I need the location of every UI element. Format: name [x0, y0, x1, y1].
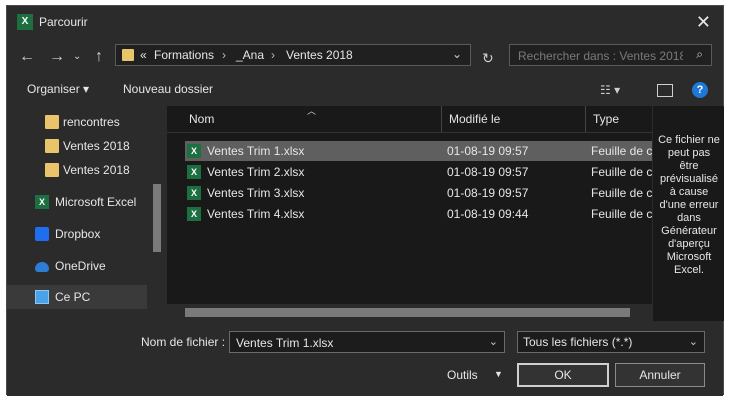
sidebar-item-ce-pc[interactable]: Ce PC [7, 285, 147, 309]
filename-input[interactable] [234, 334, 478, 352]
cancel-button[interactable]: Annuler [615, 363, 705, 387]
refresh-icon[interactable]: ↻ [482, 50, 494, 67]
file-row[interactable]: X Ventes Trim 4.xlsx 01-08-19 09:44 Feui… [185, 204, 652, 224]
computer-icon [35, 290, 49, 304]
file-name: Ventes Trim 4.xlsx [207, 207, 305, 221]
file-type: Feuille de calcul [591, 186, 652, 200]
chevron-down-icon[interactable]: ⌄ [452, 47, 462, 61]
file-name: Ventes Trim 3.xlsx [207, 186, 305, 200]
excel-file-icon: X [187, 165, 201, 179]
column-divider[interactable] [585, 106, 586, 132]
column-name[interactable]: Nom [189, 112, 214, 126]
excel-file-icon: X [187, 186, 201, 200]
column-header: ︿ Nom Modifié le Type [167, 106, 652, 133]
file-row[interactable]: X Ventes Trim 3.xlsx 01-08-19 09:57 Feui… [185, 183, 652, 203]
folder-icon [45, 115, 59, 129]
navigation-bar: ← → ⌄ ↑ « Formations › _Ana › Ventes 201… [7, 38, 723, 74]
sidebar-item-label: Microsoft Excel [55, 195, 137, 209]
search-box[interactable]: ⌕ [509, 44, 712, 66]
breadcrumb-separator: › [222, 48, 226, 62]
sidebar-scrollbar[interactable] [150, 106, 164, 321]
sidebar-item-microsoft-excel[interactable]: X Microsoft Excel [7, 190, 147, 214]
sidebar-item-label: OneDrive [55, 259, 106, 273]
view-options-icon[interactable]: ☷ ▾ [600, 83, 620, 97]
ok-button[interactable]: OK [517, 363, 609, 387]
recent-chevron-icon[interactable]: ⌄ [73, 51, 81, 62]
sidebar-item-rencontres[interactable]: rencontres [7, 110, 147, 134]
organize-label: Organiser [27, 82, 80, 96]
search-icon[interactable]: ⌕ [696, 47, 703, 62]
breadcrumb-formations[interactable]: Formations [154, 48, 214, 62]
horizontal-scrollbar[interactable] [167, 304, 652, 321]
filename-combobox[interactable]: ⌄ [229, 331, 505, 353]
column-modified[interactable]: Modifié le [449, 112, 500, 126]
file-dialog: X Parcourir ✕ ← → ⌄ ↑ « Formations › _An… [6, 5, 724, 396]
file-type: Feuille de calcul [591, 165, 652, 179]
search-input[interactable] [516, 47, 685, 65]
file-list: ︿ Nom Modifié le Type X Ventes Trim 1.xl… [167, 106, 652, 321]
file-row[interactable]: X Ventes Trim 2.xlsx 01-08-19 09:57 Feui… [185, 162, 652, 182]
address-bar[interactable]: « Formations › _Ana › Ventes 2018 ⌄ [115, 44, 471, 66]
excel-file-icon: X [187, 144, 201, 158]
file-row[interactable]: X Ventes Trim 1.xlsx 01-08-19 09:57 Feui… [185, 141, 652, 161]
new-folder-button[interactable]: Nouveau dossier [123, 82, 213, 96]
title-bar: X Parcourir ✕ [7, 6, 723, 38]
breadcrumb-separator: › [271, 48, 275, 62]
sidebar-item-dropbox[interactable]: Dropbox [7, 222, 147, 246]
chevron-down-icon[interactable]: ⌄ [689, 335, 698, 348]
up-arrow-icon[interactable]: ↑ [95, 48, 103, 66]
breadcrumb-ana[interactable]: _Ana [236, 48, 264, 62]
back-arrow-icon[interactable]: ← [19, 48, 35, 66]
dropbox-icon [35, 227, 49, 241]
help-icon[interactable]: ? [692, 82, 708, 98]
tools-dropdown-icon[interactable]: ▼ [494, 369, 503, 379]
sidebar-item-ventes-2018[interactable]: Ventes 2018 [7, 134, 147, 158]
file-modified: 01-08-19 09:57 [447, 165, 529, 179]
column-type[interactable]: Type [593, 112, 619, 126]
preview-pane: Ce fichier ne peut pas être prévisualisé… [652, 106, 724, 321]
sort-ascending-icon: ︿ [307, 106, 317, 116]
breadcrumb-ventes-2018[interactable]: Ventes 2018 [286, 48, 353, 62]
file-name: Ventes Trim 2.xlsx [207, 165, 305, 179]
excel-icon: X [17, 14, 33, 30]
file-modified: 01-08-19 09:44 [447, 207, 529, 221]
sidebar-item-label: Ce PC [55, 290, 91, 304]
onedrive-icon [35, 262, 49, 272]
file-modified: 01-08-19 09:57 [447, 144, 529, 158]
sidebar-item-label: Dropbox [55, 227, 101, 241]
command-toolbar: Organiser ▾ Nouveau dossier ☷ ▾ ? [7, 74, 723, 106]
sidebar-item-ventes-2018[interactable]: Ventes 2018 [7, 158, 147, 182]
sidebar-item-label: Ventes 2018 [63, 139, 130, 153]
sidebar-item-onedrive[interactable]: OneDrive [7, 254, 147, 278]
file-type-value: Tous les fichiers (*.*) [523, 335, 633, 349]
file-type-select[interactable]: Tous les fichiers (*.*) ⌄ [517, 331, 705, 353]
sidebar-item-label: Ventes 2018 [63, 163, 130, 177]
excel-file-icon: X [187, 207, 201, 221]
scrollbar-thumb[interactable] [153, 184, 161, 252]
forward-arrow-icon[interactable]: → [49, 48, 65, 66]
file-type: Feuille de calcul [591, 144, 652, 158]
preview-pane-icon[interactable] [657, 84, 673, 97]
dialog-footer: Nom de fichier : ⌄ Tous les fichiers (*.… [7, 321, 723, 396]
window-title: Parcourir [39, 15, 88, 29]
sidebar-item-label: rencontres [63, 115, 120, 129]
folder-icon [122, 49, 134, 61]
column-divider[interactable] [441, 106, 442, 132]
close-icon[interactable]: ✕ [696, 12, 711, 33]
chevron-down-icon[interactable]: ⌄ [489, 335, 498, 348]
file-type: Feuille de calcul [591, 207, 652, 221]
preview-message: Ce fichier ne peut pas être prévisualisé… [658, 134, 720, 276]
file-name: Ventes Trim 1.xlsx [207, 144, 305, 158]
scrollbar-thumb[interactable] [185, 308, 630, 317]
breadcrumb-overflow[interactable]: « [140, 48, 147, 62]
folder-icon [45, 163, 59, 177]
folder-icon [45, 139, 59, 153]
excel-icon: X [35, 195, 49, 209]
filename-label: Nom de fichier : [141, 335, 226, 349]
organize-button[interactable]: Organiser ▾ [27, 82, 89, 96]
navigation-pane: rencontres Ventes 2018 Ventes 2018 X Mic… [7, 106, 167, 321]
tools-button[interactable]: Outils [447, 368, 478, 382]
file-modified: 01-08-19 09:57 [447, 186, 529, 200]
